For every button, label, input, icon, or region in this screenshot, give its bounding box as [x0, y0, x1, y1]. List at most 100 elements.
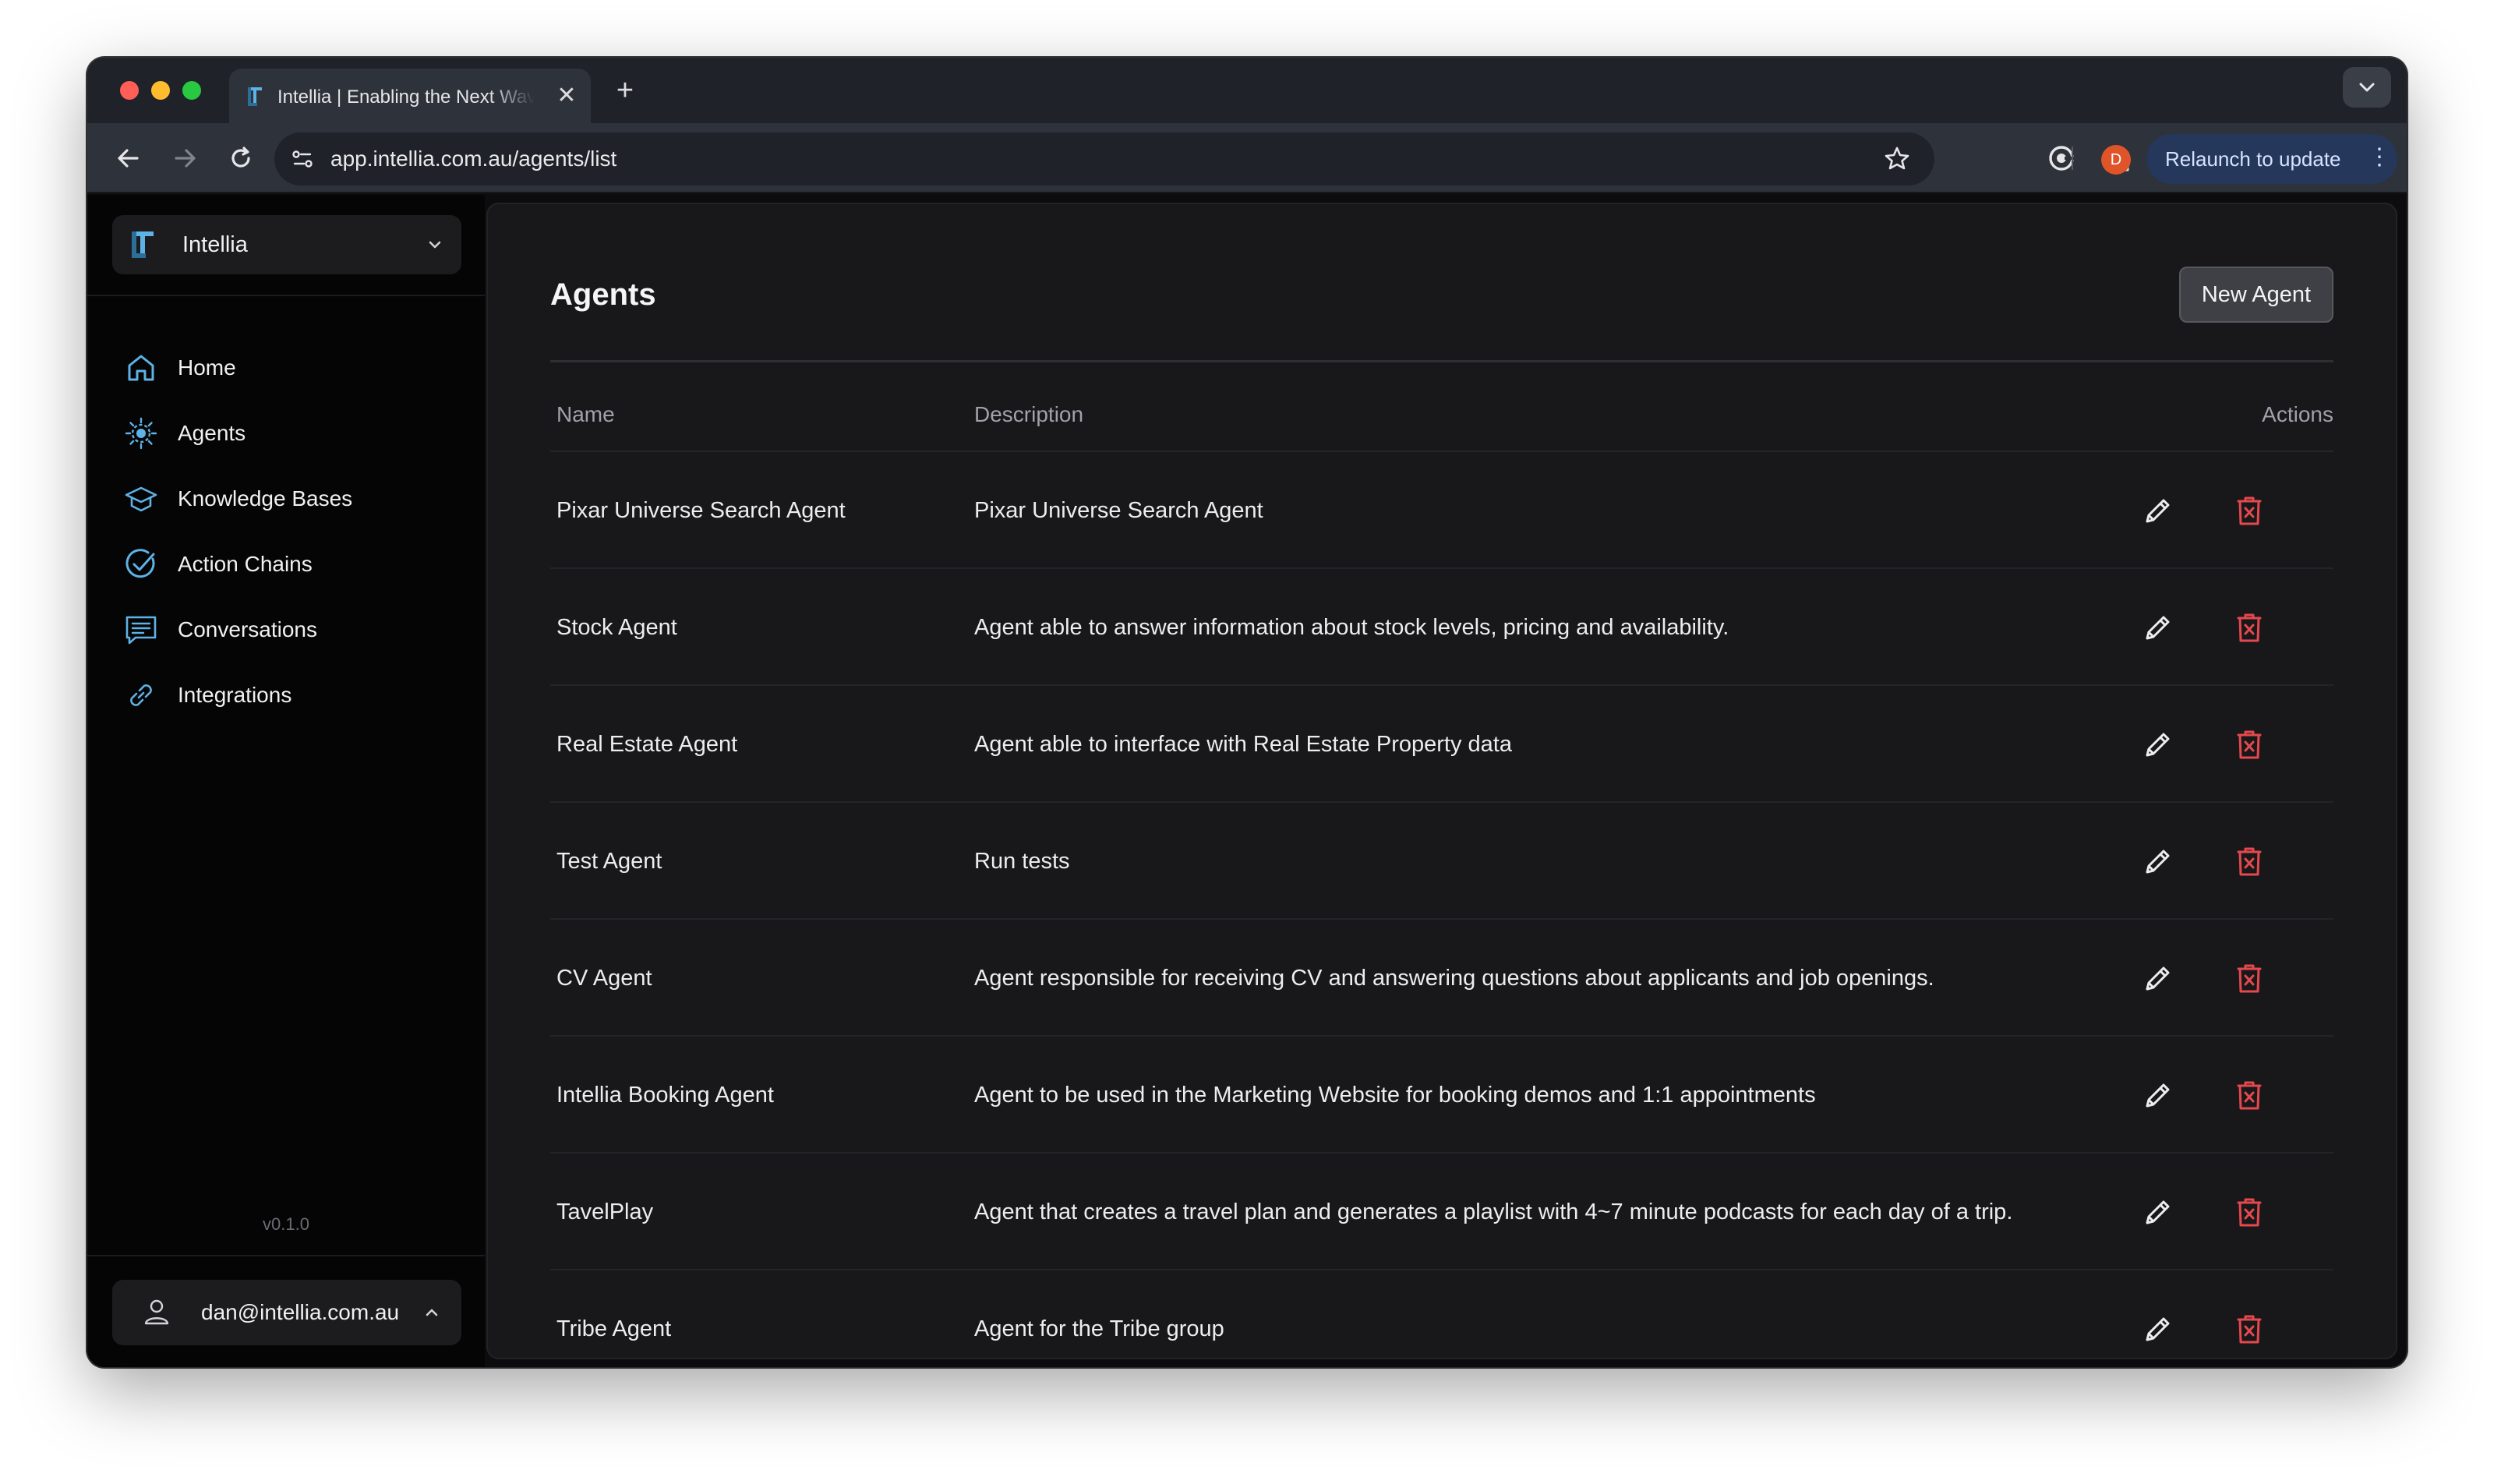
edit-pencil-icon[interactable]: [2140, 610, 2176, 645]
edit-pencil-icon[interactable]: [2140, 960, 2176, 996]
integrations-icon: [130, 684, 152, 706]
table-header: Name Description Actions: [550, 363, 2333, 452]
tab-close-icon[interactable]: ✕: [555, 84, 578, 108]
delete-trash-icon[interactable]: [2232, 493, 2266, 528]
agent-description: Pixar Universe Search Agent: [974, 498, 1263, 523]
header-divider: [550, 360, 2333, 362]
sidebar-item-knowledge-bases[interactable]: Knowledge Bases: [118, 466, 461, 532]
agent-description: Run tests: [974, 849, 1070, 874]
table-row[interactable]: Real Estate Agent Agent able to interface…: [550, 686, 2333, 803]
agent-name: Stock Agent: [556, 615, 677, 640]
user-email: dan@intellia.com.au: [201, 1300, 400, 1324]
delete-trash-icon[interactable]: [2232, 960, 2266, 996]
home-icon: [128, 355, 154, 381]
browser-window: Intellia | Enabling the Next Wave ✕ + ap…: [87, 58, 2407, 1367]
agent-name: TavelPlay: [556, 1200, 654, 1224]
agent-description: Agent to be used in the Marketing Websit…: [974, 1083, 1816, 1108]
new-agent-button[interactable]: New Agent: [2179, 267, 2333, 323]
agent-description: Agent that creates a travel plan and gen…: [974, 1200, 2013, 1224]
conversations-icon: [125, 616, 157, 645]
app-root: Intellia Home Agents Knowledge Bases Act…: [87, 195, 2407, 1367]
profile-avatar[interactable]: D: [2101, 145, 2131, 175]
sidebar-item-label: Conversations: [178, 617, 317, 641]
action-chains-icon: [125, 549, 155, 578]
close-window-button[interactable]: [120, 81, 139, 100]
sidebar-item-conversations[interactable]: Conversations: [118, 597, 461, 662]
edit-pencil-icon[interactable]: [2140, 493, 2176, 528]
agent-description: Agent for the Tribe group: [974, 1316, 1224, 1341]
delete-trash-icon[interactable]: [2232, 1311, 2266, 1347]
agents-table: Name Description Actions Pixar Universe …: [550, 363, 2333, 1358]
sidebar-divider: [87, 1255, 485, 1256]
sidebar-item-label: Action Chains: [178, 552, 313, 576]
agent-name: Test Agent: [556, 849, 662, 874]
sidebar-item-label: Agents: [178, 421, 246, 445]
sidebar-item-agents[interactable]: Agents: [118, 401, 461, 466]
column-header-actions: Actions: [2262, 402, 2333, 426]
sidebar-item-home[interactable]: Home: [118, 335, 461, 401]
sidebar-item-label: Knowledge Bases: [178, 486, 353, 511]
browser-tab[interactable]: Intellia | Enabling the Next Wave ✕: [229, 69, 591, 123]
table-row[interactable]: CV Agent Agent responsible for receiving …: [550, 920, 2333, 1037]
tab-search-button[interactable]: [2343, 67, 2391, 108]
browser-toolbar: app.intellia.com.au/agents/list D Relaun…: [87, 123, 2407, 193]
extension-c-icon[interactable]: [2044, 140, 2079, 176]
edit-pencil-icon[interactable]: [2140, 1311, 2176, 1347]
sidebar-divider: [87, 295, 485, 296]
delete-trash-icon[interactable]: [2232, 1077, 2266, 1113]
toolbar-separator: [2072, 147, 2073, 170]
agent-name: CV Agent: [556, 966, 652, 991]
edit-pencil-icon[interactable]: [2140, 726, 2176, 762]
agent-name: Tribe Agent: [556, 1316, 672, 1341]
main-content: Agents New Agent Name Description Action…: [486, 203, 2397, 1359]
table-row[interactable]: TavelPlay Agent that creates a travel pla…: [550, 1154, 2333, 1270]
page-title: Agents: [550, 277, 656, 312]
intellia-favicon-icon: [248, 87, 262, 106]
user-menu[interactable]: dan@intellia.com.au: [112, 1280, 461, 1345]
table-row[interactable]: Tribe Agent Agent for the Tribe group: [550, 1270, 2333, 1358]
agent-description: Agent able to answer information about s…: [974, 615, 1729, 640]
table-row[interactable]: Intellia Booking Agent Agent to be used i…: [550, 1037, 2333, 1154]
site-settings-icon[interactable]: [287, 143, 318, 175]
edit-pencil-icon[interactable]: [2140, 1194, 2176, 1230]
maximize-window-button[interactable]: [182, 81, 201, 100]
tab-title: Intellia | Enabling the Next Wave: [277, 87, 535, 108]
delete-trash-icon[interactable]: [2232, 610, 2266, 645]
org-switcher[interactable]: Intellia: [112, 215, 461, 274]
edit-pencil-icon[interactable]: [2140, 843, 2176, 879]
user-icon: [144, 1299, 169, 1325]
forward-arrow-icon[interactable]: [165, 139, 204, 178]
url-text[interactable]: app.intellia.com.au/agents/list: [330, 147, 616, 171]
agent-name: Real Estate Agent: [556, 732, 738, 757]
reload-icon[interactable]: [221, 139, 260, 178]
org-name: Intellia: [182, 232, 248, 257]
table-row[interactable]: Test Agent Run tests: [550, 803, 2333, 920]
delete-trash-icon[interactable]: [2232, 726, 2266, 762]
sidebar: Intellia Home Agents Knowledge Bases Act…: [87, 195, 485, 1367]
sidebar-nav: Home Agents Knowledge Bases Action Chain…: [118, 335, 461, 728]
sidebar-item-label: Integrations: [178, 683, 292, 707]
relaunch-to-update-button[interactable]: Relaunch to update ⋮: [2146, 134, 2397, 184]
column-header-description: Description: [974, 402, 1084, 426]
delete-trash-icon[interactable]: [2232, 1194, 2266, 1230]
delete-trash-icon[interactable]: [2232, 843, 2266, 879]
agent-name: Intellia Booking Agent: [556, 1083, 774, 1108]
agent-description: Agent able to interface with Real Estate…: [974, 732, 1512, 757]
edit-pencil-icon[interactable]: [2140, 1077, 2176, 1113]
app-version: v0.1.0: [263, 1214, 309, 1234]
knowledge-bases-icon: [125, 486, 157, 512]
window-controls: [120, 81, 201, 100]
agents-icon: [125, 417, 157, 450]
sidebar-item-integrations[interactable]: Integrations: [118, 662, 461, 728]
agent-description: Agent responsible for receiving CV and a…: [974, 966, 1934, 991]
minimize-window-button[interactable]: [151, 81, 170, 100]
table-row[interactable]: Pixar Universe Search Agent Pixar Univers…: [550, 452, 2333, 569]
chevron-down-icon: [2359, 83, 2375, 92]
back-arrow-icon[interactable]: [109, 139, 148, 178]
bookmark-star-icon[interactable]: [1881, 143, 1913, 175]
address-bar[interactable]: app.intellia.com.au/agents/list: [274, 132, 1934, 186]
more-menu-icon[interactable]: ⋮: [2368, 134, 2391, 184]
sidebar-item-action-chains[interactable]: Action Chains: [118, 532, 461, 597]
table-row[interactable]: Stock Agent Agent able to answer informat…: [550, 569, 2333, 686]
new-tab-button[interactable]: +: [608, 73, 642, 108]
